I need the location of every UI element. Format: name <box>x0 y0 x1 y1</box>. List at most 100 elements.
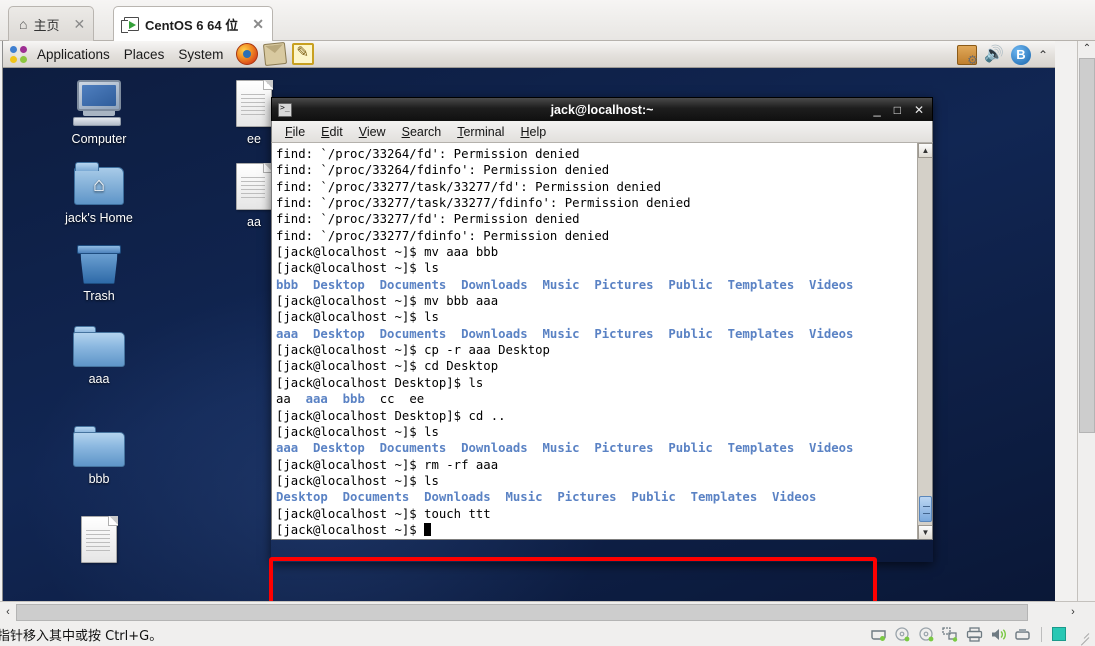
vm-scroll-up-arrow-icon[interactable]: ⌃ <box>1079 41 1095 57</box>
gnome-terminal-window[interactable]: jack@localhost:~ File Edit View Search T… <box>271 97 933 562</box>
terminal-text: find: `/proc/33264/fd': Permission denie… <box>276 146 910 538</box>
menu-applications[interactable]: Applications <box>30 45 117 64</box>
desktop-icon-computer[interactable]: Computer <box>53 80 145 146</box>
terminal-line: find: `/proc/33264/fd': Permission denie… <box>276 147 580 161</box>
vm-indicator-icon[interactable] <box>1052 627 1066 641</box>
gnome-top-panel: Applications Places System 🔊 B ⌃ <box>3 41 1055 68</box>
vm-scroll-right-arrow-icon[interactable]: › <box>1065 604 1081 621</box>
vmware-workstation-window: ⌂ 主页 ✕ CentOS 6 64 位 ✕ Applications Plac… <box>0 0 1095 646</box>
desktop-icon-trash[interactable]: Trash <box>53 243 145 303</box>
terminal-line: find: `/proc/33277/task/33277/fd': Permi… <box>276 179 661 194</box>
menu-search[interactable]: Search <box>395 124 449 140</box>
document-icon <box>234 80 274 128</box>
evolution-mail-icon[interactable] <box>263 41 288 67</box>
terminal-line: [jack@localhost Desktop]$ ls <box>276 375 484 390</box>
hard-disk-icon[interactable] <box>870 627 887 642</box>
package-updater-icon[interactable] <box>956 44 978 67</box>
panel-collapse-arrow-icon[interactable]: ⌃ <box>1038 48 1050 62</box>
menu-view[interactable]: View <box>352 124 393 140</box>
vm-vertical-scrollbar[interactable]: ⌃ ⌄ <box>1077 41 1095 616</box>
volume-icon[interactable]: 🔊 <box>984 45 1004 65</box>
scroll-down-arrow-icon[interactable]: ▼ <box>918 525 932 539</box>
guest-os-viewport[interactable]: Applications Places System 🔊 B ⌃ Co <box>2 41 1055 616</box>
terminal-line: find: `/proc/33277/fd': Permission denie… <box>276 212 580 227</box>
tab-centos-vm-label: CentOS 6 64 位 <box>145 17 239 33</box>
menu-file[interactable]: File <box>278 124 312 140</box>
folder-icon <box>73 326 125 368</box>
divider <box>1041 626 1042 642</box>
virtual-machine-icon <box>121 17 139 33</box>
terminal-titlebar[interactable]: jack@localhost:~ <box>271 97 933 121</box>
network-adapter-icon[interactable] <box>942 626 959 642</box>
terminal-line: [jack@localhost ~]$ touch ttt <box>276 506 491 521</box>
printer-icon[interactable] <box>966 626 983 642</box>
terminal-line: Desktop Documents Downloads Music Pictur… <box>276 490 817 505</box>
status-device-icons <box>870 626 1089 642</box>
terminal-line: [jack@localhost ~]$ mv aaa bbb <box>276 245 499 260</box>
terminal-line: [jack@localhost ~]$ mv bbb aaa <box>276 294 499 309</box>
vm-horizontal-scrollbar-thumb[interactable] <box>16 604 1028 621</box>
cd-drive-2-icon[interactable] <box>918 626 935 642</box>
terminal-output-area[interactable]: find: `/proc/33264/fd': Permission denie… <box>271 143 933 540</box>
vmware-status-bar: 指针移入其中或按 Ctrl+G。 <box>0 622 1095 646</box>
tab-centos-vm-close-icon[interactable]: ✕ <box>252 17 264 31</box>
computer-icon <box>71 80 127 128</box>
terminal-line: aaa Desktop Documents Downloads Music Pi… <box>276 326 854 341</box>
terminal-line: [jack@localhost ~]$ ls <box>276 473 439 488</box>
terminal-menubar: File Edit View Search Terminal Help <box>271 121 933 143</box>
desktop-icon-trash-label: Trash <box>83 289 115 303</box>
terminal-title: jack@localhost:~ <box>550 102 654 117</box>
trash-icon <box>75 243 123 285</box>
window-controls <box>873 103 924 117</box>
tab-home-label: 主页 <box>33 17 60 33</box>
vm-tab-strip: ⌂ 主页 ✕ CentOS 6 64 位 ✕ <box>0 0 1095 41</box>
bluetooth-icon[interactable]: B <box>1010 44 1031 65</box>
terminal-line: [jack@localhost ~]$ ls <box>276 261 439 276</box>
sound-card-icon[interactable] <box>990 627 1007 642</box>
terminal-line: [jack@localhost ~]$ <box>276 522 910 538</box>
terminal-line: find: `/proc/33277/fdinfo': Permission d… <box>276 228 610 243</box>
desktop-icon-aaa[interactable]: aaa <box>53 326 145 386</box>
gedit-text-editor-icon[interactable] <box>292 43 315 65</box>
scroll-up-arrow-icon[interactable]: ▲ <box>918 143 932 158</box>
minimize-button[interactable] <box>873 103 880 116</box>
tab-centos-vm[interactable]: CentOS 6 64 位 ✕ <box>113 6 273 41</box>
desktop-icon-jacks-home-label: jack's Home <box>65 211 133 225</box>
terminal-line: [jack@localhost ~]$ cd Desktop <box>276 359 499 374</box>
vm-horizontal-scrollbar[interactable]: ‹ › <box>0 601 1095 622</box>
desktop-icon-untitled-document[interactable] <box>53 516 145 568</box>
terminal-line: [jack@localhost Desktop]$ cd .. <box>276 408 506 423</box>
terminal-line: aa aaa bbb cc ee <box>276 392 425 407</box>
terminal-line: aaa Desktop Documents Downloads Music Pi… <box>276 441 854 456</box>
status-message: 指针移入其中或按 Ctrl+G。 <box>0 628 163 644</box>
vm-vertical-scrollbar-thumb[interactable] <box>1079 58 1095 433</box>
desktop-icon-jacks-home[interactable]: ⌂ jack's Home <box>53 162 145 225</box>
terminal-line: bbb Desktop Documents Downloads Music Pi… <box>276 277 854 292</box>
terminal-scrollbar-thumb[interactable] <box>919 496 932 522</box>
applications-menu-icon <box>10 45 27 63</box>
tab-home[interactable]: ⌂ 主页 ✕ <box>8 6 95 41</box>
resize-grip-icon[interactable] <box>1077 628 1089 640</box>
home-icon: ⌂ <box>19 16 28 32</box>
menu-edit[interactable]: Edit <box>314 124 350 140</box>
close-button[interactable] <box>914 103 924 117</box>
terminal-scrollbar[interactable]: ▲ ▼ <box>917 143 932 539</box>
terminal-line: [jack@localhost ~]$ rm -rf aaa <box>276 457 499 472</box>
tab-home-close-icon[interactable]: ✕ <box>73 17 85 31</box>
menu-help[interactable]: Help <box>513 124 553 140</box>
cd-drive-icon[interactable] <box>894 626 911 642</box>
menu-system[interactable]: System <box>171 45 230 64</box>
gnome-desktop[interactable]: Computer ⌂ jack's Home Trash aaa bbb ee … <box>3 68 1055 616</box>
menu-terminal[interactable]: Terminal <box>450 124 511 140</box>
maximize-button[interactable] <box>894 103 901 117</box>
usb-device-icon[interactable] <box>1014 627 1031 642</box>
document-icon <box>79 516 119 564</box>
home-folder-icon: ⌂ <box>74 162 124 207</box>
vm-scroll-left-arrow-icon[interactable]: ‹ <box>0 604 16 621</box>
document-icon <box>234 163 274 211</box>
firefox-icon[interactable] <box>236 43 259 65</box>
menu-places[interactable]: Places <box>117 45 172 64</box>
terminal-cursor <box>424 522 432 536</box>
terminal-line: [jack@localhost ~]$ ls <box>276 424 439 439</box>
desktop-icon-bbb[interactable]: bbb <box>53 426 145 486</box>
